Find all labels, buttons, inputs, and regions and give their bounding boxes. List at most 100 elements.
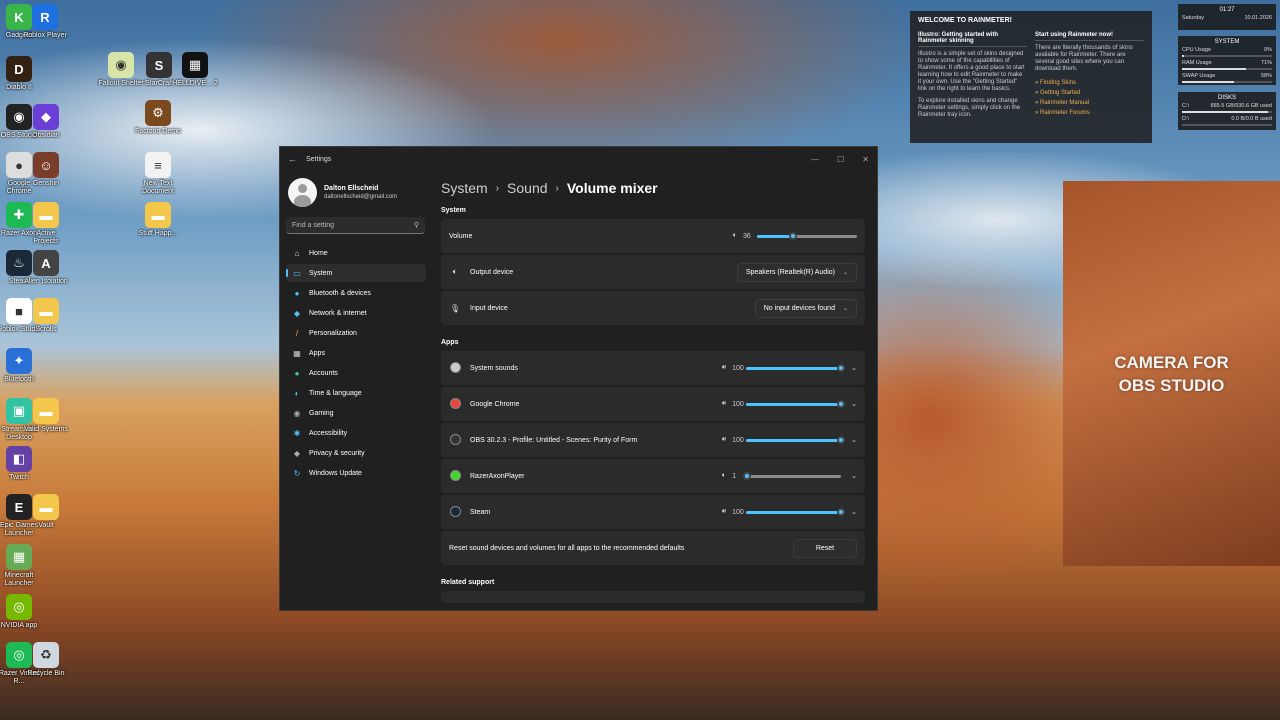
desktop-icon-image: S [146, 52, 172, 78]
breadcrumb-system[interactable]: System [441, 180, 488, 196]
desktop-icon[interactable]: ≡ New Text Document [135, 152, 181, 196]
sidebar-item-label: Network & internet [309, 309, 367, 317]
cpu-label: CPU Usage [1182, 47, 1212, 53]
speaker-icon[interactable]: 🔊︎ [722, 508, 726, 516]
accounts-icon: ● [294, 368, 300, 378]
desktop-icon[interactable]: A Alien Isolation [23, 250, 69, 286]
chevron-down-icon[interactable]: ⌄ [851, 472, 857, 480]
desktop-icon-image: ☺ [33, 152, 59, 178]
gaming-icon: ◉ [293, 408, 301, 418]
sidebar-item-apps[interactable]: ▦ Apps [286, 344, 426, 362]
razer-icon [449, 469, 461, 483]
sidebar-item-personalization[interactable]: / Personalization [286, 324, 426, 342]
sidebar-item-home[interactable]: ⌂ Home [286, 244, 426, 262]
settings-window: ← Settings — ☐ ✕ Dalton Ellscheid dalton… [279, 146, 878, 611]
sidebar-item-privacy-security[interactable]: ◆ Privacy & security [286, 444, 426, 462]
desktop-icon[interactable]: ▬ Active Projects [23, 202, 69, 246]
output-device-row: 🔈︎ Output device Speakers (Realtek(R) Au… [441, 255, 865, 289]
page-title: Volume mixer [566, 180, 658, 196]
speaker-icon[interactable]: 🔊︎ [722, 364, 726, 372]
app-name: OBS 30.2.3 - Profile: Untitled - Scenes:… [470, 436, 638, 444]
output-device-value: Speakers (Realtek(R) Audio) [745, 268, 835, 276]
volume-row: Volume 🔈︎ 36 [441, 219, 865, 253]
speaker-icon[interactable]: 🔈︎ [733, 232, 737, 240]
desktop-icon[interactable]: ♻ Recycle Bin [23, 642, 69, 678]
desktop-icon[interactable]: ▦ HELLDIVE... 2 [172, 52, 218, 88]
chevron-down-icon[interactable]: ⌄ [851, 508, 857, 516]
desktop-icon[interactable]: ◧ Twitch [0, 446, 42, 482]
desktop-icon[interactable]: ▬ Stuff Happ... [135, 202, 181, 238]
volume-slider[interactable] [757, 231, 857, 240]
desktop-icon[interactable]: ▬ Valid Systems [23, 398, 69, 434]
accessibility-icon: ✱ [293, 428, 301, 438]
desktop-icon[interactable]: ◎ NVIDIA app [0, 594, 42, 630]
sidebar-item-label: Windows Update [309, 469, 362, 477]
system-icon: ▭ [293, 268, 301, 278]
breadcrumb: System › Sound › Volume mixer [441, 177, 865, 199]
rainmeter-link[interactable]: » Getting Started [1035, 88, 1144, 98]
search-placeholder: Find a setting [292, 221, 335, 229]
desktop-icon-label: Bluetooth [4, 376, 34, 383]
sidebar-item-network-internet[interactable]: ◆ Network & internet [286, 304, 426, 322]
desktop-icon[interactable]: R Roblox Player [22, 4, 68, 40]
back-arrow-icon[interactable]: ← [288, 154, 297, 164]
search-input[interactable]: Find a setting ⚲ [286, 217, 425, 234]
sidebar-item-accounts[interactable]: ● Accounts [286, 364, 426, 382]
app-volume-slider[interactable] [746, 507, 846, 516]
desktop-icon[interactable]: ▬ Vault [23, 494, 69, 530]
sidebar-item-gaming[interactable]: ◉ Gaming [286, 404, 426, 422]
chevron-down-icon: ⌄ [842, 305, 848, 312]
system-sounds-icon [449, 361, 461, 375]
desktop-icon[interactable]: ☺ Genshin [23, 152, 69, 188]
speaker-icon[interactable]: 🔊︎ [722, 400, 726, 408]
speaker-icon[interactable]: 🔈︎ [722, 472, 726, 480]
close-icon[interactable]: ✕ [862, 155, 869, 164]
related-support-label: Related support [441, 579, 495, 586]
sidebar-item-system[interactable]: ▭ System [286, 264, 426, 282]
rainmeter-welcome-widget: WELCOME TO RAINMETER! Illustro: Getting … [910, 11, 1152, 143]
rainmeter-col2-title: Start using Rainmeter now! [1035, 32, 1144, 41]
avatar [288, 177, 317, 207]
desktop-icon[interactable]: D Diablo II [0, 56, 42, 92]
disk-c-value: 885.5 GB/930.6 GB used [1210, 103, 1272, 109]
sidebar-item-windows-update[interactable]: ↻ Windows Update [286, 464, 426, 482]
app-volume-slider[interactable] [743, 471, 842, 480]
sidebar-item-accessibility[interactable]: ✱ Accessibility [286, 424, 426, 442]
desktop-icon[interactable]: ▬ Scrolls [23, 298, 69, 334]
microphone-icon: 🎙︎ [449, 303, 461, 313]
output-device-label: Output device [470, 268, 514, 276]
app-volume-value: 100 [732, 400, 744, 408]
desktop-icon[interactable]: ✦ Bluetooth [0, 348, 42, 384]
desktop-icon[interactable]: ▦ Minecraft Launcher [0, 544, 42, 588]
breadcrumb-sound[interactable]: Sound [507, 180, 547, 196]
sidebar-item-bluetooth-devices[interactable]: ● Bluetooth & devices [286, 284, 426, 302]
user-email: daltonellscheid@gmail.com [324, 193, 398, 200]
input-device-dropdown[interactable]: No input devices found ⌄ [754, 298, 857, 318]
desktop-icon[interactable]: ⚙ Factorio Demo [135, 100, 181, 136]
rainmeter-link[interactable]: » Finding Skins [1035, 78, 1144, 88]
input-device-row: 🎙︎ Input device No input devices found ⌄ [441, 291, 865, 325]
sidebar-item-time-language[interactable]: ◐ Time & language [286, 384, 426, 402]
desktop-icon-image: ♻ [33, 642, 59, 668]
user-profile[interactable]: Dalton Ellscheid daltonellscheid@gmail.c… [280, 171, 432, 209]
desktop-icon-label: Diablo II [6, 84, 32, 91]
minimize-icon[interactable]: — [811, 155, 819, 164]
desktop-icon-label: HELLDIVE... 2 [172, 80, 218, 87]
swap-bar [1182, 81, 1272, 83]
related-support-card[interactable] [441, 591, 865, 603]
app-volume-slider[interactable] [746, 399, 846, 408]
desktop-icon[interactable]: ◆ Obsidian [23, 104, 69, 140]
rainmeter-link[interactable]: » Rainmeter Manual [1035, 98, 1144, 108]
rainmeter-link[interactable]: » Rainmeter Forums [1035, 108, 1144, 118]
app-volume-slider[interactable] [746, 363, 846, 372]
app-volume-slider[interactable] [746, 435, 846, 444]
chevron-down-icon[interactable]: ⌄ [851, 364, 857, 372]
chevron-down-icon[interactable]: ⌄ [851, 436, 857, 444]
chevron-down-icon[interactable]: ⌄ [851, 400, 857, 408]
swap-label: SWAP Usage [1182, 73, 1216, 79]
reset-button[interactable]: Reset [793, 538, 857, 558]
speaker-icon[interactable]: 🔊︎ [722, 436, 726, 444]
output-device-dropdown[interactable]: Speakers (Realtek(R) Audio) ⌄ [736, 262, 857, 282]
maximize-icon[interactable]: ☐ [837, 155, 844, 164]
cpu-value: 0% [1264, 47, 1272, 53]
